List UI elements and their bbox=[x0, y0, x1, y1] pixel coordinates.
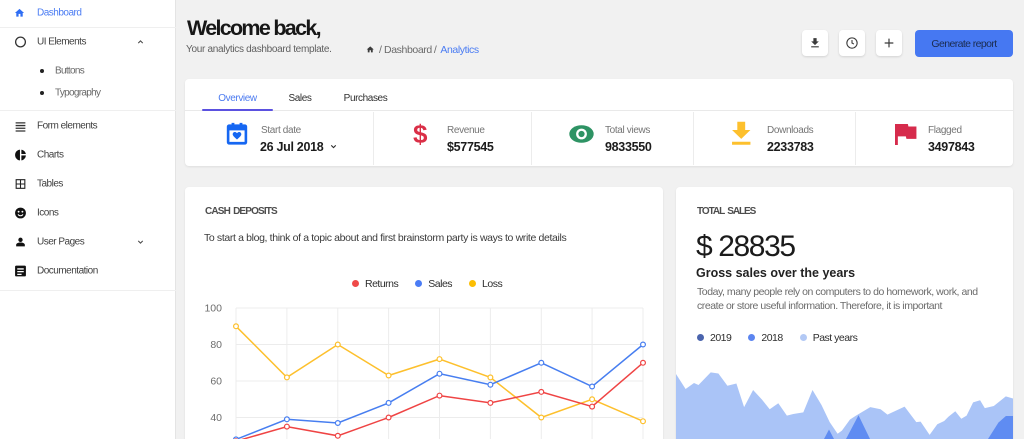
svg-text:80: 80 bbox=[210, 339, 222, 351]
svg-text:100: 100 bbox=[204, 303, 222, 315]
svg-text:40: 40 bbox=[210, 412, 222, 424]
svg-text:60: 60 bbox=[210, 376, 222, 388]
